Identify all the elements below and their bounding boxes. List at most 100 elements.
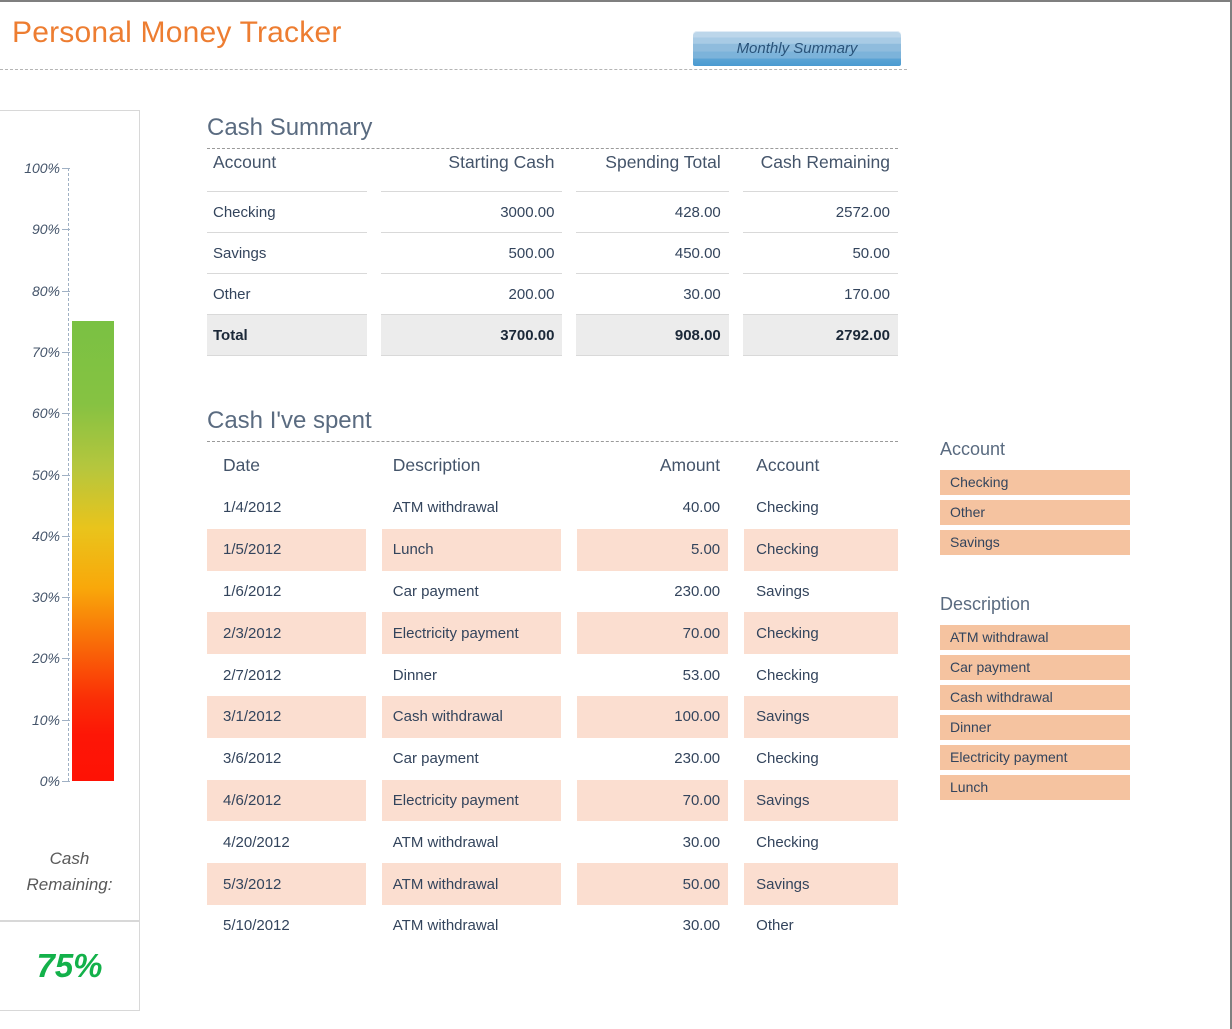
gauge-tick-label: 40%	[32, 528, 60, 544]
slicer-item[interactable]: Electricity payment	[940, 745, 1130, 770]
slicer-title: Account	[940, 439, 1130, 460]
cell-amount: 5.00	[577, 529, 728, 571]
gauge-tick	[62, 291, 70, 292]
column-gutter	[561, 738, 577, 780]
gauge-tick-label: 50%	[32, 467, 60, 483]
monthly-summary-button[interactable]: Monthly Summary	[693, 31, 901, 66]
column-gutter	[366, 654, 382, 696]
header-divider	[0, 69, 907, 70]
cell-amount: 50.00	[577, 863, 728, 905]
column-gutter	[366, 780, 382, 822]
cell-account: Checking	[744, 612, 898, 654]
total-cell-account: Total	[207, 315, 367, 356]
column-gutter	[562, 315, 576, 356]
column-gutter	[366, 571, 382, 613]
gauge-tick	[62, 168, 70, 169]
cell-starting_cash: 3000.00	[381, 192, 562, 233]
column-gutter	[366, 863, 382, 905]
column-gutter	[367, 233, 381, 274]
column-gutter	[561, 443, 577, 487]
total-cell-spending_total: 908.00	[576, 315, 728, 356]
slicer-item[interactable]: Checking	[940, 470, 1130, 495]
cash-remaining-value-box: 75%	[0, 921, 140, 1011]
table-row: 4/6/2012Electricity payment70.00Savings	[207, 780, 898, 822]
column-gutter	[561, 612, 577, 654]
table-row: 1/6/2012Car payment230.00Savings	[207, 571, 898, 613]
cell-spending_total: 428.00	[576, 192, 728, 233]
column-gutter	[561, 905, 577, 947]
cell-account: Checking	[744, 821, 898, 863]
column-header-cash_remaining: Cash Remaining	[743, 150, 898, 192]
cell-amount: 40.00	[577, 487, 728, 529]
cell-date: 4/20/2012	[207, 821, 366, 863]
slicer-item[interactable]: ATM withdrawal	[940, 625, 1130, 650]
gauge-tick-label: 70%	[32, 344, 60, 360]
cell-account: Checking	[207, 192, 367, 233]
column-gutter	[728, 612, 744, 654]
gauge-tick-label: 0%	[40, 773, 60, 789]
slicer-item[interactable]: Car payment	[940, 655, 1130, 680]
cell-date: 5/3/2012	[207, 863, 366, 905]
cell-description: Cash withdrawal	[382, 696, 562, 738]
gauge-tick	[62, 720, 70, 721]
cell-amount: 230.00	[577, 738, 728, 780]
column-gutter	[728, 443, 744, 487]
column-header-amount: Amount	[577, 443, 728, 487]
cash-summary-heading: Cash Summary	[207, 114, 372, 142]
cell-account: Savings	[744, 863, 898, 905]
slicer-item[interactable]: Other	[940, 500, 1130, 525]
column-gutter	[562, 233, 576, 274]
cell-cash_remaining: 170.00	[743, 274, 898, 315]
table-row: Other200.0030.00170.00	[207, 274, 898, 315]
gauge-caption-line1: Cash	[0, 846, 139, 872]
cash-remaining-gauge-panel: 100%90%80%70%60%50%40%30%20%10%0% Cash R…	[0, 110, 140, 921]
column-gutter	[366, 529, 382, 571]
total-row: Total3700.00908.002792.00	[207, 315, 898, 356]
table-row: Savings500.00450.0050.00	[207, 233, 898, 274]
slicer-item[interactable]: Lunch	[940, 775, 1130, 800]
gauge-tick	[62, 658, 70, 659]
cell-description: Car payment	[382, 738, 562, 780]
column-header-date: Date	[207, 443, 366, 487]
column-gutter	[561, 696, 577, 738]
column-gutter	[366, 696, 382, 738]
cell-cash_remaining: 2572.00	[743, 192, 898, 233]
column-gutter	[729, 233, 743, 274]
gauge-tick-label: 30%	[32, 589, 60, 605]
gauge-bar	[72, 321, 114, 781]
cell-account: Savings	[207, 233, 367, 274]
column-gutter	[729, 274, 743, 315]
cell-account: Checking	[744, 654, 898, 696]
column-gutter	[728, 863, 744, 905]
gauge-tick	[62, 781, 70, 782]
column-gutter	[367, 315, 381, 356]
cash-spent-heading: Cash I've spent	[207, 407, 372, 435]
gauge-tick-label: 90%	[32, 221, 60, 237]
cell-cash_remaining: 50.00	[743, 233, 898, 274]
column-gutter	[728, 780, 744, 822]
cell-date: 1/4/2012	[207, 487, 366, 529]
cell-description: Lunch	[382, 529, 562, 571]
table-row: 5/10/2012ATM withdrawal30.00Other	[207, 905, 898, 947]
cell-description: Dinner	[382, 654, 562, 696]
cell-starting_cash: 500.00	[381, 233, 562, 274]
cell-account: Other	[744, 905, 898, 947]
slicer-item[interactable]: Savings	[940, 530, 1130, 555]
table-row: 1/5/2012Lunch5.00Checking	[207, 529, 898, 571]
table-row: Checking 3000.00 428.00 2572.00	[207, 192, 898, 233]
gauge-tick-label: 80%	[32, 283, 60, 299]
cell-description: Electricity payment	[382, 780, 562, 822]
gauge-tick	[62, 597, 70, 598]
slicer-item[interactable]: Cash withdrawal	[940, 685, 1130, 710]
slicer-item[interactable]: Dinner	[940, 715, 1130, 740]
cell-starting_cash: 200.00	[381, 274, 562, 315]
gauge-tick-label: 100%	[24, 160, 60, 176]
column-header-starting_cash: Starting Cash	[381, 150, 562, 192]
column-gutter	[728, 821, 744, 863]
cell-amount: 30.00	[577, 821, 728, 863]
column-header-description: Description	[382, 443, 562, 487]
cash-summary-divider	[207, 148, 898, 149]
column-gutter	[729, 192, 743, 233]
cell-account: Savings	[744, 780, 898, 822]
gauge-tick	[62, 413, 70, 414]
